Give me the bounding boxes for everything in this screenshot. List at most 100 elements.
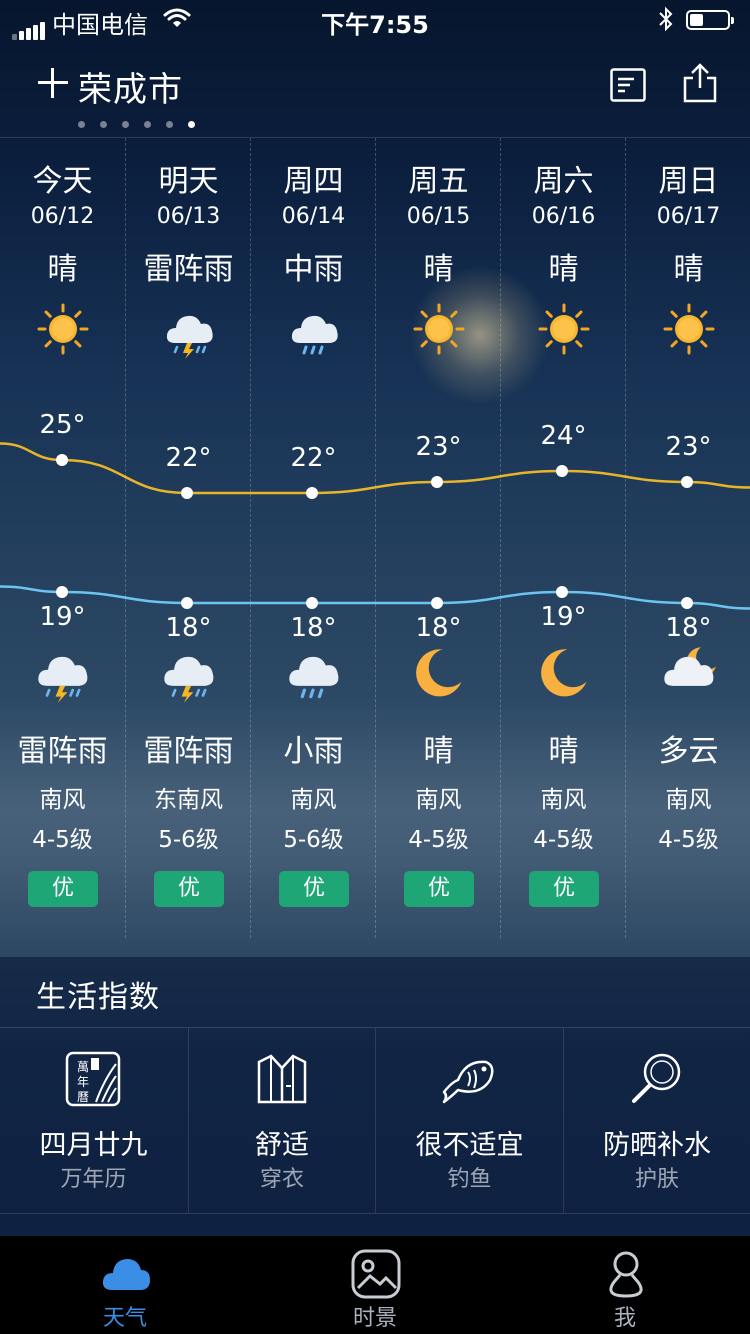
- forecast-day-column[interactable]: 周日 06/17 晴 23° 18° 多云 南风 4-5级: [625, 138, 750, 938]
- low-temp: 18°: [290, 613, 337, 643]
- picture-icon: [350, 1248, 402, 1300]
- high-temp: 23°: [415, 432, 462, 462]
- wind-direction: 东南风: [154, 787, 223, 813]
- page-dot-active: [188, 121, 195, 128]
- page-dot: [166, 121, 173, 128]
- life-index-section: 生活指数 萬年曆四月廿九 万年历 舒适 穿衣 很不适宜 钓鱼 防晒补水 护肤: [0, 957, 750, 1237]
- rain-icon: [285, 643, 341, 699]
- life-index-label: 护肤: [634, 1167, 679, 1192]
- life-index-row: 萬年曆四月廿九 万年历 舒适 穿衣 很不适宜 钓鱼 防晒补水 护肤: [0, 1027, 750, 1214]
- forecast-day-column[interactable]: 周四 06/14 中雨 22° 18° 小雨 南风 5-6级优: [250, 138, 375, 938]
- tab-cloud[interactable]: 天气: [0, 1236, 250, 1334]
- fish-icon: [440, 1050, 498, 1108]
- sun-icon: [413, 303, 465, 355]
- day-date: 06/13: [156, 204, 221, 229]
- life-index-label: 万年历: [60, 1167, 127, 1192]
- sun-icon: [538, 303, 590, 355]
- low-temp: 19°: [540, 602, 587, 632]
- life-index-item[interactable]: 萬年曆四月廿九万年历: [0, 1028, 187, 1213]
- day-name: 周六: [533, 164, 594, 199]
- tab-person[interactable]: 我: [500, 1236, 750, 1334]
- day-date: 06/15: [406, 204, 471, 229]
- high-temp: 23°: [665, 432, 712, 462]
- tab-label: 天气: [102, 1306, 147, 1331]
- life-index-value: 防晒补水: [603, 1130, 711, 1161]
- forecast-panel[interactable]: 今天 06/12 晴 25° 19° 雷阵雨南风 4-5级优 明天 06/13 雷阵雨 22° 1…: [0, 137, 750, 938]
- wind-level: 5-6级: [158, 827, 219, 853]
- list-view-button[interactable]: [610, 68, 646, 102]
- tab-bar: 天气 时景 我: [0, 1236, 750, 1334]
- life-index-value: 四月廿九: [39, 1130, 148, 1161]
- high-temp: 24°: [540, 421, 587, 451]
- wind-level: 4-5级: [408, 827, 469, 853]
- aqi-badge[interactable]: 优: [279, 871, 349, 907]
- thunderstorm-icon: [34, 643, 90, 703]
- tab-label: 时景: [352, 1306, 397, 1331]
- life-index-value: 舒适: [255, 1130, 309, 1161]
- forecast-day-column[interactable]: 今天 06/12 晴 25° 19° 雷阵雨 南风 4-5级优: [0, 138, 125, 938]
- aqi-badge[interactable]: 优: [154, 871, 224, 907]
- aqi-badge[interactable]: 优: [404, 871, 474, 907]
- sun-icon: [37, 303, 89, 355]
- magnifier-icon: [628, 1050, 686, 1108]
- day-condition: 雷阵雨: [143, 252, 234, 287]
- day-date: 06/14: [281, 204, 346, 229]
- status-time: 下午7:55: [321, 11, 429, 39]
- high-temp: 22°: [290, 443, 337, 473]
- night-condition: 小雨: [283, 734, 344, 769]
- wind-level: 4-5级: [32, 827, 93, 853]
- day-condition: 晴: [673, 252, 704, 287]
- day-name: 周日: [658, 164, 719, 199]
- moon-icon: [535, 643, 591, 699]
- tab-picture[interactable]: 时景: [250, 1236, 500, 1334]
- tab-label: 我: [613, 1306, 636, 1331]
- day-date: 06/12: [30, 204, 95, 229]
- high-temp: 25°: [39, 410, 86, 440]
- day-name: 今天: [32, 164, 93, 199]
- wind-level: 4-5级: [533, 827, 594, 853]
- battery-icon: [686, 10, 734, 30]
- life-index-item[interactable]: 舒适 穿衣: [187, 1028, 375, 1213]
- forecast-day-column[interactable]: 周六 06/16 晴 24° 19° 晴南风 4-5级优: [500, 138, 625, 938]
- city-name[interactable]: 荣成市: [78, 62, 183, 111]
- svg-text:年: 年: [77, 1075, 89, 1089]
- page-dot: [122, 121, 129, 128]
- day-condition: 晴: [47, 252, 78, 287]
- night-condition: 多云: [658, 734, 719, 769]
- thunderstorm-icon: [163, 303, 215, 359]
- low-temp: 18°: [415, 613, 462, 643]
- wind-direction: 南风: [540, 787, 587, 813]
- wind-level: 5-6级: [283, 827, 344, 853]
- shirt-icon: [253, 1050, 311, 1108]
- day-name: 明天: [158, 164, 219, 199]
- page-indicator: [78, 113, 210, 132]
- day-name: 周四: [283, 164, 344, 199]
- night-condition: 雷阵雨: [17, 734, 108, 769]
- page-dot: [100, 121, 107, 128]
- night-condition: 雷阵雨: [143, 734, 234, 769]
- low-temp: 18°: [165, 613, 212, 643]
- wind-direction: 南风: [290, 787, 337, 813]
- night-condition: 晴: [548, 734, 579, 769]
- share-button[interactable]: [682, 62, 718, 104]
- low-temp: 19°: [39, 602, 86, 632]
- person-icon: [600, 1248, 652, 1300]
- life-index-item[interactable]: 很不适宜 钓鱼: [375, 1028, 562, 1213]
- life-index-item[interactable]: 防晒补水 护肤: [562, 1028, 750, 1213]
- rain-icon: [288, 303, 340, 355]
- almanac-icon: 萬年曆: [64, 1050, 122, 1108]
- night-condition: 晴: [423, 734, 454, 769]
- forecast-day-column[interactable]: 周五 06/15 晴 23° 18° 晴南风 4-5级优: [375, 138, 500, 938]
- aqi-badge[interactable]: 优: [529, 871, 599, 907]
- wind-direction: 南风: [415, 787, 462, 813]
- life-index-value: 很不适宜: [415, 1130, 524, 1161]
- wind-level: 4-5级: [658, 827, 719, 853]
- add-city-button[interactable]: [36, 66, 70, 100]
- life-index-label: 钓鱼: [447, 1167, 492, 1192]
- aqi-badge[interactable]: 优: [28, 871, 98, 907]
- sun-icon: [663, 303, 715, 355]
- page-dot: [144, 121, 151, 128]
- bluetooth-icon: [659, 6, 673, 32]
- svg-text:曆: 曆: [77, 1090, 89, 1104]
- forecast-day-column[interactable]: 明天 06/13 雷阵雨 22° 18° 雷阵雨 东南风 5-6级优: [125, 138, 250, 938]
